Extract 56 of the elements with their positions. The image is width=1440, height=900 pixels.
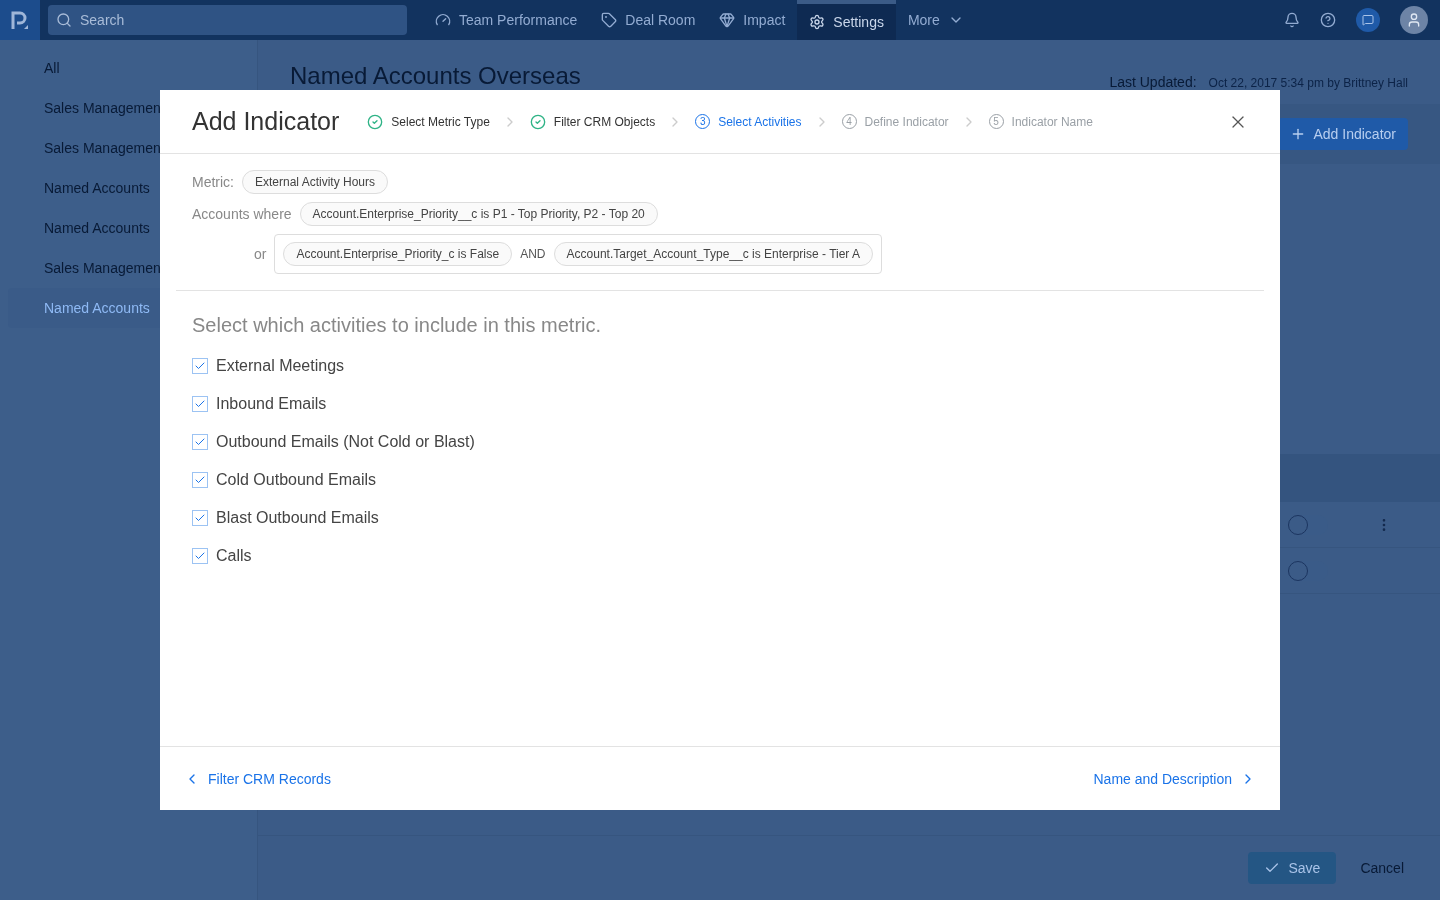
avatar[interactable]: [1400, 6, 1428, 34]
metric-chip: External Activity Hours: [242, 170, 389, 194]
wizard-step[interactable]: 5 Indicator Name: [988, 112, 1093, 131]
condition-chip: Account.Target_Account_Type__c is Enterprise - Tier A: [553, 242, 874, 266]
checkbox[interactable]: [192, 548, 208, 564]
add-indicator-button[interactable]: Add Indicator: [1277, 118, 1408, 150]
checkbox[interactable]: [192, 396, 208, 412]
checkbox[interactable]: [192, 434, 208, 450]
activity-label: Outbound Emails (Not Cold or Blast): [216, 432, 475, 452]
check-icon: [194, 512, 206, 524]
save-button[interactable]: Save: [1248, 852, 1337, 884]
bell-icon[interactable]: [1284, 12, 1300, 28]
nav-tab[interactable]: More: [895, 0, 976, 40]
nav-tab[interactable]: Team Performance: [423, 0, 590, 40]
checkbox[interactable]: [192, 472, 208, 488]
nav-tab[interactable]: Settings: [797, 0, 896, 40]
dialog-title: Add Indicator: [192, 105, 340, 137]
check-icon: [194, 474, 206, 486]
back-link[interactable]: Filter CRM Records: [184, 768, 331, 789]
settings-icon: [809, 14, 826, 30]
metric-label: Metric:: [192, 173, 234, 192]
chat-icon[interactable]: [1356, 8, 1380, 32]
condition-chip: Account.Enterprise_Priority_c is False: [283, 242, 513, 266]
activity-label: Inbound Emails: [216, 394, 327, 414]
check-icon: [194, 360, 206, 372]
search-field[interactable]: Search: [48, 5, 407, 35]
check-icon: [194, 436, 206, 448]
last-updated-text: Oct 22, 2017 5:34 pm by Brittney Hall: [1208, 75, 1408, 91]
activity-label: Calls: [216, 546, 252, 566]
condition-chip: Account.Enterprise_Priority__c is P1 - Top Priority, P2 - Top 20: [299, 202, 658, 226]
sidebar-item[interactable]: All: [8, 48, 249, 88]
check-icon: [194, 398, 206, 410]
wizard-step[interactable]: 4 Define Indicator: [841, 112, 949, 131]
gem-icon: [719, 12, 736, 28]
wizard-step[interactable]: Filter CRM Objects: [529, 112, 656, 131]
help-icon[interactable]: [1320, 12, 1336, 28]
page-title: Named Accounts Overseas: [290, 61, 581, 91]
activity-label: Cold Outbound Emails: [216, 470, 377, 490]
checkbox[interactable]: [192, 358, 208, 374]
cancel-button[interactable]: Cancel: [1360, 858, 1404, 878]
checkbox[interactable]: [192, 510, 208, 526]
nav-tab[interactable]: Impact: [707, 0, 798, 40]
wizard-step[interactable]: 3 Select Activities: [695, 112, 802, 131]
and-label: AND: [520, 246, 546, 263]
accounts-where-label: Accounts where: [192, 205, 292, 224]
check-icon: [194, 550, 206, 562]
or-label: or: [254, 245, 267, 264]
logo-icon: [0, 0, 40, 40]
nav-tab[interactable]: Deal Room: [589, 0, 708, 40]
activity-label: External Meetings: [216, 356, 345, 376]
next-link[interactable]: Name and Description: [1093, 768, 1256, 789]
last-updated-label: Last Updated:: [1109, 73, 1197, 92]
gauge-icon: [435, 12, 451, 28]
tag-icon: [601, 12, 618, 28]
wizard-step[interactable]: Select Metric Type: [367, 112, 490, 131]
activity-label: Blast Outbound Emails: [216, 508, 379, 528]
